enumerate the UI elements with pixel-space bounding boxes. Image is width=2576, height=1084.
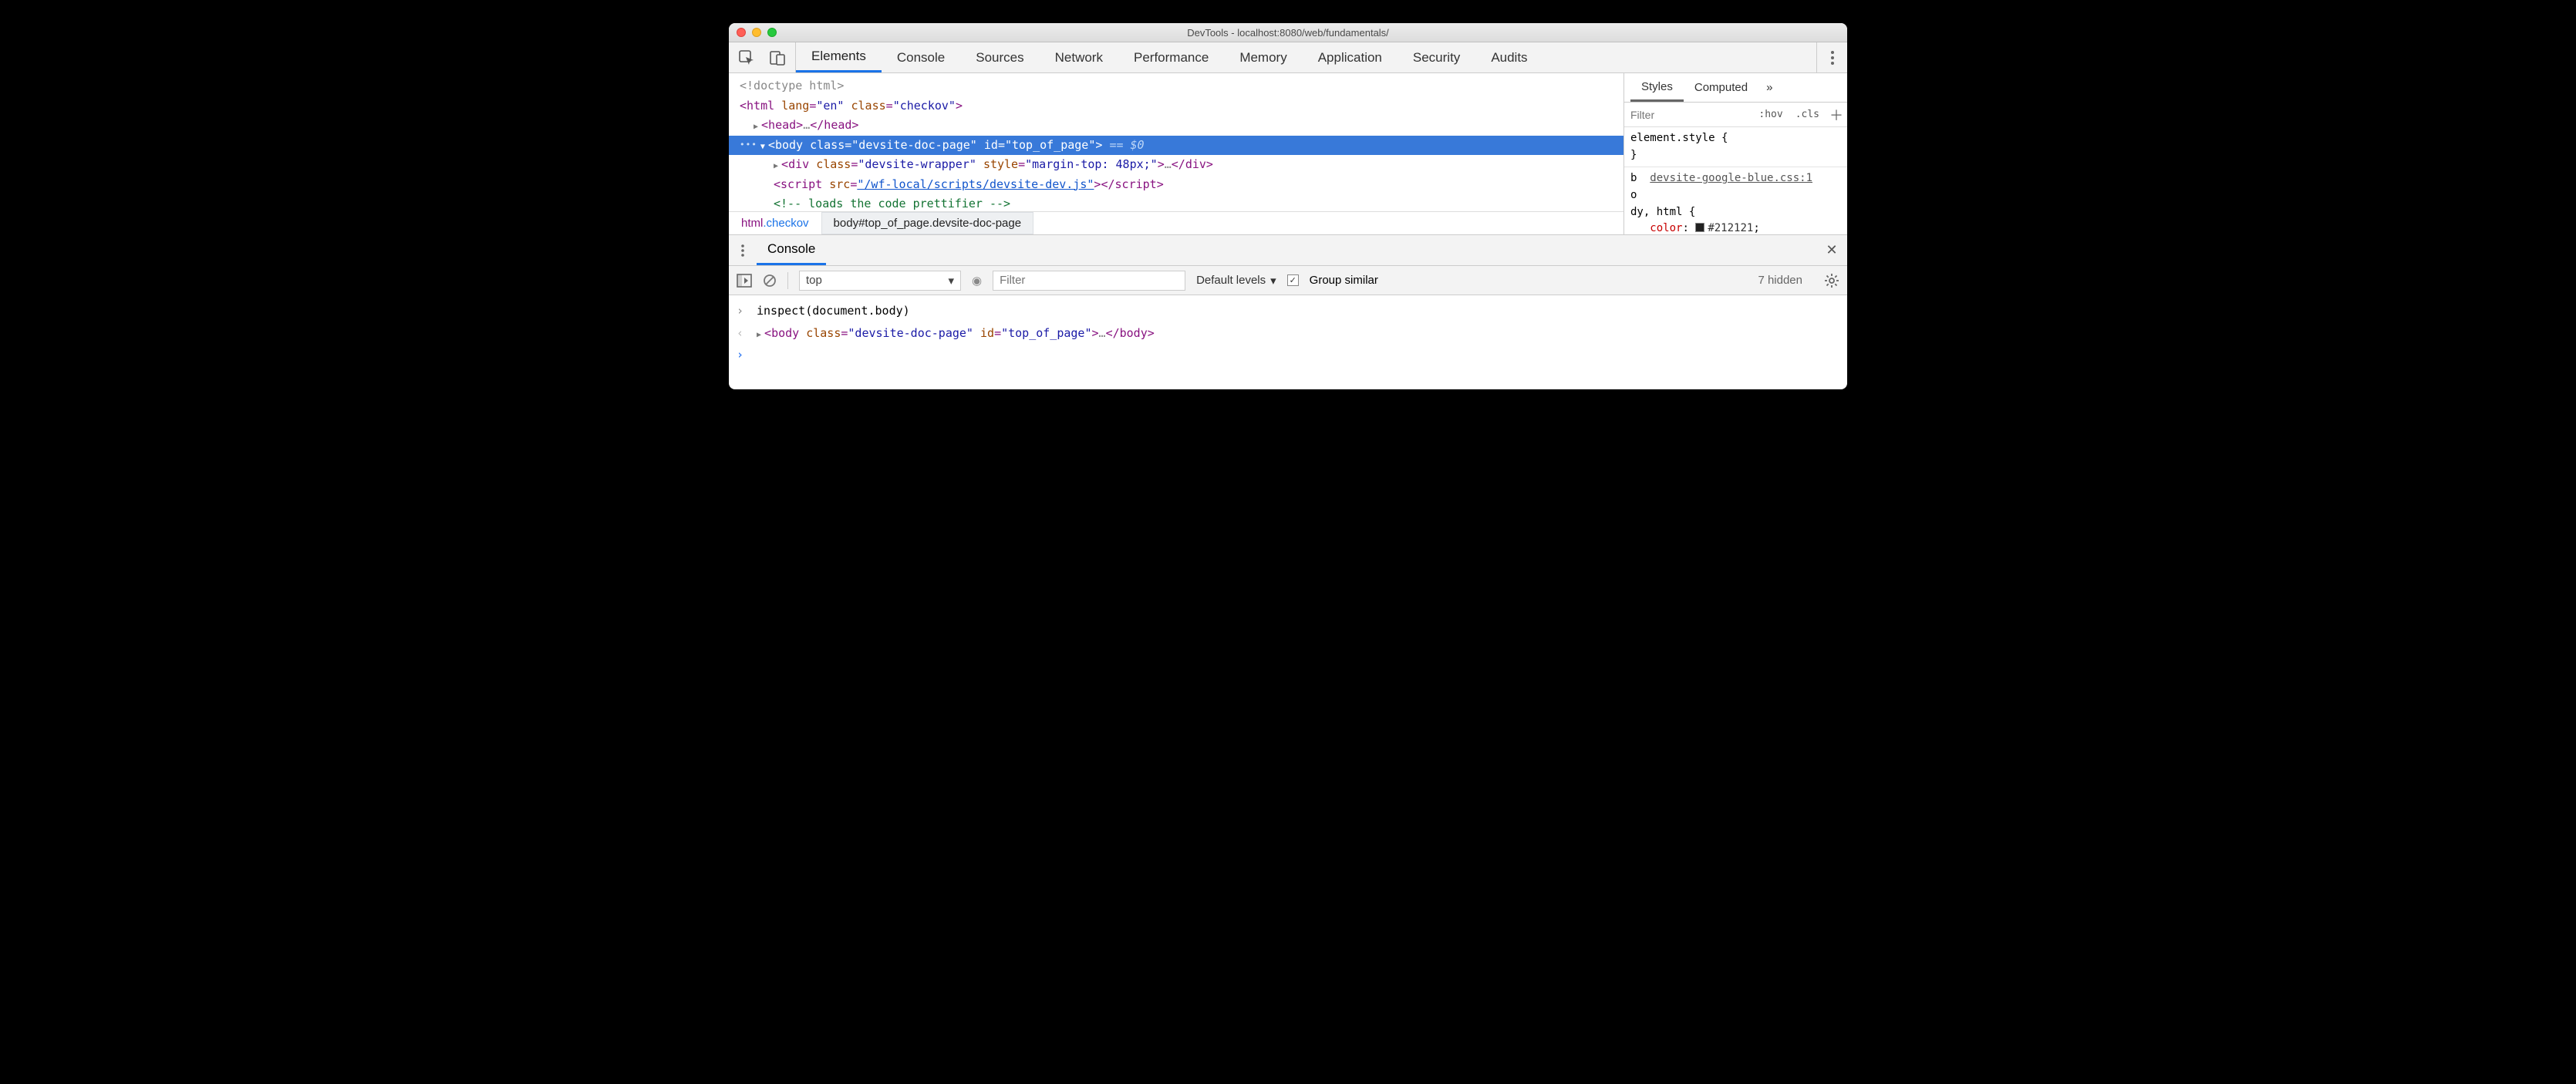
- window-controls: [737, 28, 777, 37]
- chevron-down-icon: ▾: [948, 274, 954, 288]
- group-similar-checkbox[interactable]: ✓: [1287, 274, 1299, 286]
- console-filter-input[interactable]: [993, 271, 1185, 291]
- dom-script-devsite[interactable]: <script src="/wf-local/scripts/devsite-d…: [740, 175, 1623, 195]
- main-tab-bar: Elements Console Sources Network Perform…: [729, 42, 1847, 73]
- console-settings-icon[interactable]: [1824, 273, 1839, 288]
- tab-application[interactable]: Application: [1303, 42, 1398, 72]
- hidden-count[interactable]: 7 hidden: [1758, 274, 1802, 287]
- eye-icon[interactable]: ◉: [972, 274, 982, 288]
- dom-doctype[interactable]: <!doctype html>: [740, 76, 1623, 96]
- dom-comment[interactable]: <!-- loads the code prettifier -->: [740, 194, 1623, 211]
- tab-memory[interactable]: Memory: [1224, 42, 1302, 72]
- sidebar-tab-computed[interactable]: Computed: [1684, 73, 1758, 102]
- sidebar-tab-more[interactable]: »: [1758, 73, 1780, 102]
- new-rule-icon[interactable]: ＋: [1826, 105, 1847, 125]
- console-output-row[interactable]: ‹ <body class="devsite-doc-page" id="top…: [737, 322, 1839, 345]
- zoom-window-button[interactable]: [767, 28, 777, 37]
- device-toolbar-icon[interactable]: [769, 49, 786, 66]
- hov-toggle[interactable]: :hov: [1752, 109, 1789, 120]
- dom-breadcrumbs: html.checkov body#top_of_page.devsite-do…: [729, 211, 1623, 234]
- console-drawer: Console ✕ top▾ ◉ Default levels▾ ✓ Group…: [729, 235, 1847, 389]
- cls-toggle[interactable]: .cls: [1789, 109, 1826, 120]
- dom-tree[interactable]: <!doctype html> <html lang="en" class="c…: [729, 73, 1623, 211]
- console-input-row[interactable]: › inspect(document.body): [737, 300, 1839, 322]
- tab-console[interactable]: Console: [882, 42, 960, 72]
- context-selector[interactable]: top▾: [799, 271, 961, 291]
- inspect-element-icon[interactable]: [738, 49, 755, 66]
- tab-security[interactable]: Security: [1398, 42, 1475, 72]
- sidebar-tab-styles[interactable]: Styles: [1630, 73, 1684, 102]
- expand-arrow-icon[interactable]: [757, 326, 764, 340]
- minimize-window-button[interactable]: [752, 28, 761, 37]
- expand-arrow-icon[interactable]: [760, 136, 768, 156]
- hidden-siblings-indicator[interactable]: •••: [740, 138, 757, 153]
- dom-body-selected[interactable]: ••• <body class="devsite-doc-page" id="t…: [729, 136, 1623, 156]
- input-chevron-icon: ›: [737, 300, 747, 322]
- log-levels-selector[interactable]: Default levels▾: [1196, 274, 1276, 288]
- main-menu-icon[interactable]: [1816, 42, 1847, 72]
- close-window-button[interactable]: [737, 28, 746, 37]
- dom-div-wrapper[interactable]: <div class="devsite-wrapper" style="marg…: [740, 155, 1623, 175]
- console-output[interactable]: › inspect(document.body) ‹ <body class="…: [729, 295, 1847, 389]
- window-title: DevTools - localhost:8080/web/fundamenta…: [1187, 27, 1389, 39]
- styles-sidebar: Styles Computed » :hov .cls ＋ element.st…: [1623, 73, 1847, 234]
- tab-network[interactable]: Network: [1040, 42, 1118, 72]
- titlebar: DevTools - localhost:8080/web/fundamenta…: [729, 23, 1847, 42]
- devtools-window: DevTools - localhost:8080/web/fundamenta…: [729, 23, 1847, 389]
- show-sidebar-icon[interactable]: [737, 274, 752, 288]
- prompt-chevron-icon: ›: [737, 344, 743, 366]
- stylesheet-link[interactable]: devsite-google-blue.css:1: [1650, 172, 1812, 184]
- color-swatch-icon[interactable]: [1695, 223, 1704, 232]
- tab-elements[interactable]: Elements: [796, 42, 882, 72]
- tab-audits[interactable]: Audits: [1475, 42, 1543, 72]
- dom-html-open[interactable]: <html lang="en" class="checkov">: [740, 96, 1623, 116]
- console-toolbar: top▾ ◉ Default levels▾ ✓ Group similar 7…: [729, 266, 1847, 295]
- chevron-down-icon: ▾: [1270, 274, 1276, 288]
- crumb-html[interactable]: html.checkov: [729, 212, 821, 234]
- group-similar-label: Group similar: [1310, 274, 1378, 287]
- rule-element-style[interactable]: element.style { }: [1630, 130, 1841, 163]
- clear-console-icon[interactable]: [763, 274, 777, 288]
- main-tabs: Elements Console Sources Network Perform…: [796, 42, 1543, 72]
- drawer-close-icon[interactable]: ✕: [1816, 235, 1847, 265]
- styles-filter-input[interactable]: [1624, 109, 1752, 121]
- styles-rules[interactable]: element.style { } b devsite-google-blue.…: [1624, 127, 1847, 234]
- dom-head[interactable]: <head>…</head>: [740, 116, 1623, 136]
- console-prompt[interactable]: ›: [737, 344, 1839, 366]
- tab-performance[interactable]: Performance: [1118, 42, 1224, 72]
- output-chevron-icon: ‹: [737, 322, 747, 345]
- elements-panel: <!doctype html> <html lang="en" class="c…: [729, 73, 1623, 234]
- tab-sources[interactable]: Sources: [960, 42, 1039, 72]
- crumb-body[interactable]: body#top_of_page.devsite-doc-page: [821, 212, 1034, 234]
- drawer-menu-icon[interactable]: [729, 235, 757, 265]
- rule-body-html[interactable]: b devsite-google-blue.css:1 o dy, html {…: [1630, 170, 1841, 234]
- drawer-tab-console[interactable]: Console: [757, 235, 826, 265]
